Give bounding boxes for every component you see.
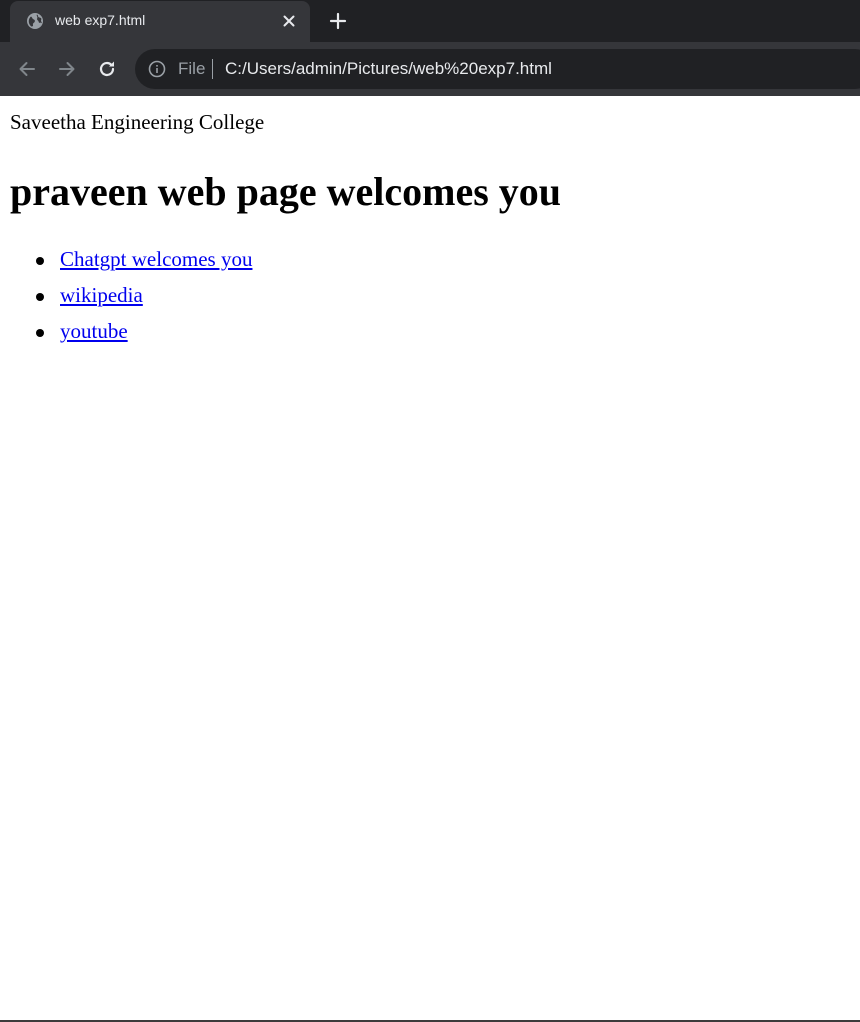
- link-wikipedia[interactable]: wikipedia: [60, 283, 143, 308]
- plus-icon[interactable]: [326, 9, 350, 33]
- url-scheme-label: File: [178, 59, 206, 78]
- reload-icon[interactable]: [94, 56, 120, 82]
- globe-icon: [26, 12, 44, 30]
- bullet: [36, 257, 44, 265]
- browser-toolbar: File C:/Users/admin/Pictures/web%20exp7.…: [0, 42, 860, 96]
- link-chatgpt[interactable]: Chatgpt welcomes you: [60, 247, 252, 272]
- bullet: [36, 329, 44, 337]
- browser-chrome: web exp7.html File C:/Users/admin/Pictur…: [0, 0, 860, 96]
- close-icon[interactable]: [280, 12, 298, 30]
- page-heading: praveen web page welcomes you: [10, 169, 562, 214]
- back-arrow-icon[interactable]: [14, 56, 40, 82]
- forward-arrow-icon[interactable]: [54, 56, 80, 82]
- link-youtube[interactable]: youtube: [60, 319, 128, 344]
- tab-strip: web exp7.html: [0, 0, 860, 42]
- address-bar[interactable]: File C:/Users/admin/Pictures/web%20exp7.…: [135, 49, 860, 89]
- tab-title: web exp7.html: [55, 12, 146, 28]
- info-icon[interactable]: [148, 60, 166, 78]
- college-name: Saveetha Engineering College: [10, 110, 265, 134]
- url-text[interactable]: C:/Users/admin/Pictures/web%20exp7.html: [225, 59, 552, 79]
- browser-tab[interactable]: web exp7.html: [10, 1, 310, 42]
- url-separator: [212, 59, 213, 79]
- page-content: Saveetha Engineering College praveen web…: [0, 96, 860, 1020]
- bullet: [36, 293, 44, 301]
